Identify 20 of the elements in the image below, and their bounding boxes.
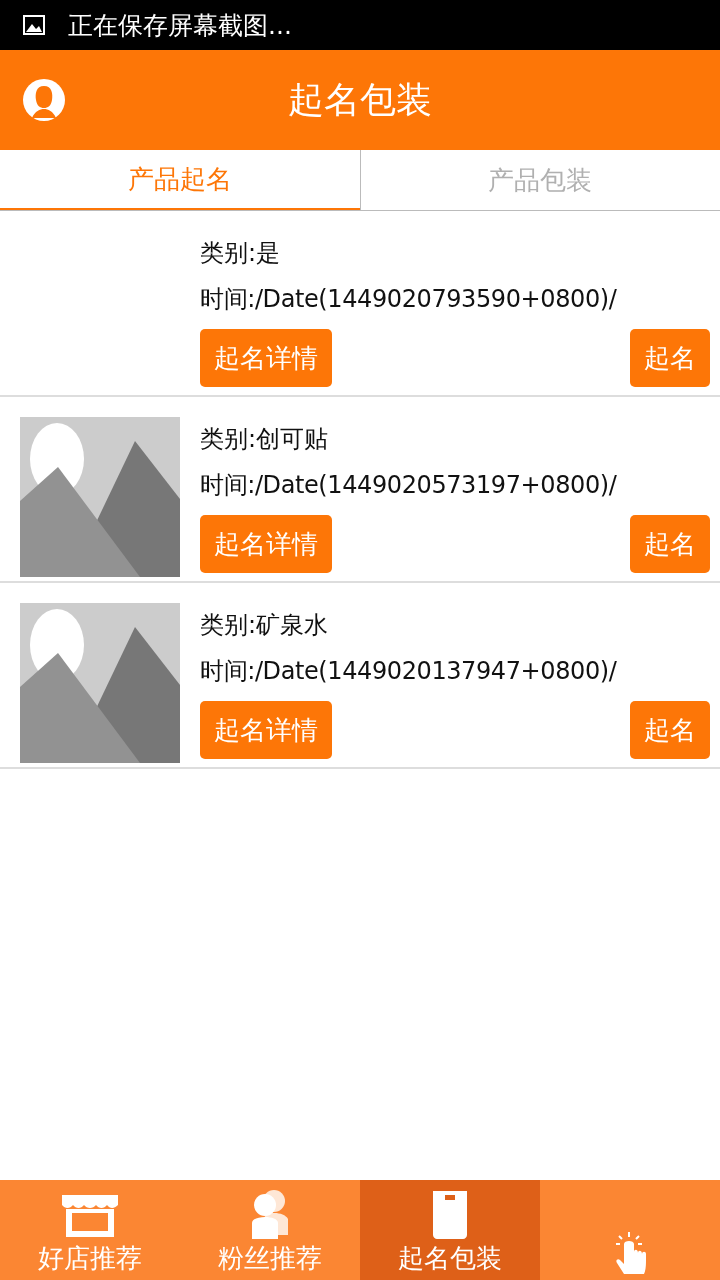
details-button[interactable]: 起名详情: [200, 329, 332, 387]
details-button[interactable]: 起名详情: [200, 515, 332, 573]
name-button[interactable]: 起名: [630, 329, 710, 387]
category-text: 类别:是: [200, 238, 281, 269]
notification-text: 正在保存屏幕截图...: [68, 9, 292, 42]
time-text: 时间:/Date(1449020793590+0800)/: [200, 284, 617, 315]
time-text: 时间:/Date(1449020573197+0800)/: [200, 470, 617, 501]
name-button[interactable]: 起名: [630, 701, 710, 759]
nav-tab[interactable]: 好店推荐: [0, 1180, 180, 1280]
page-title: 起名包装: [288, 77, 432, 122]
shop-icon: [60, 1193, 120, 1239]
avatar-icon[interactable]: [22, 78, 66, 122]
nav-tab[interactable]: 起名包装: [360, 1180, 540, 1280]
category-text: 类别:创可贴: [200, 424, 329, 455]
name-button[interactable]: 起名: [630, 515, 710, 573]
nav-tab[interactable]: 粉丝推荐: [180, 1180, 360, 1280]
image-icon: [22, 13, 46, 37]
details-button[interactable]: 起名详情: [200, 701, 332, 759]
category-text: 类别:矿泉水: [200, 610, 329, 641]
time-text: 时间:/Date(1449020137947+0800)/: [200, 656, 617, 687]
